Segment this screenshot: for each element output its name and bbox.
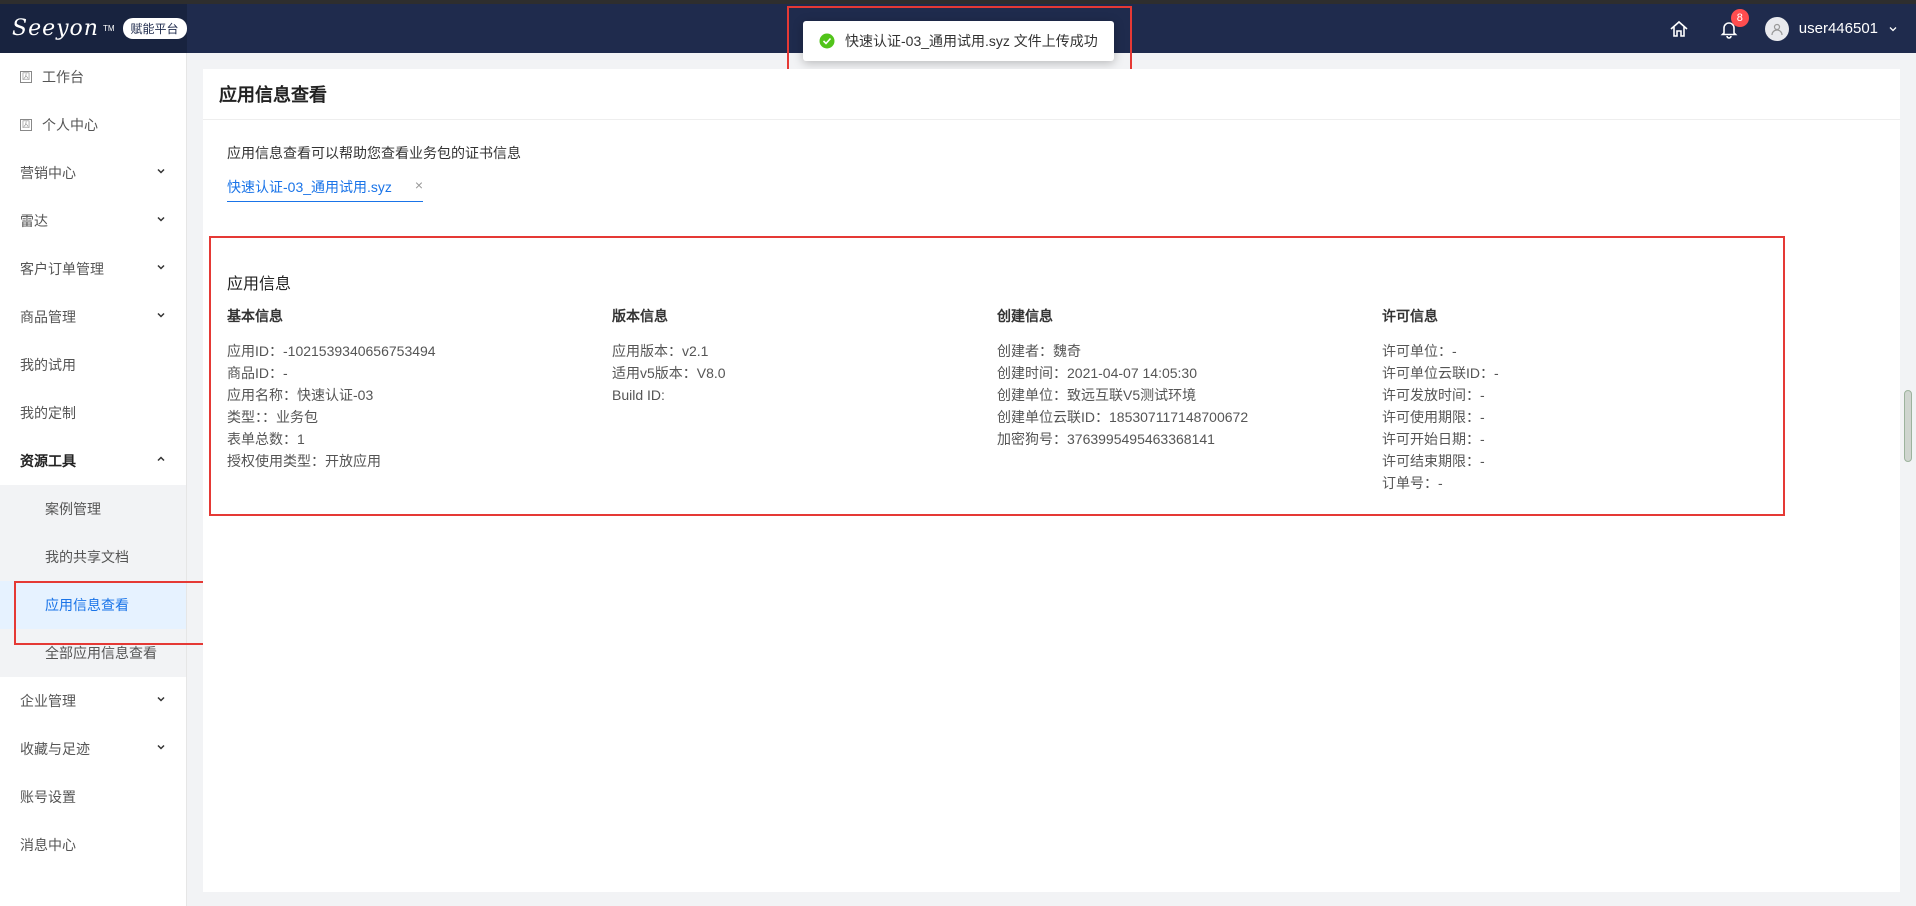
info-row: 许可单位云联ID：- bbox=[1382, 365, 1499, 381]
sidebar-item-workbench[interactable]: 囚 工作台 bbox=[0, 53, 186, 101]
notification-count-badge: 8 bbox=[1730, 8, 1749, 27]
uploaded-file-chip[interactable]: 快速认证-03_通用试用.syz × bbox=[227, 177, 423, 202]
info-row: 许可单位：- bbox=[1382, 343, 1457, 359]
logo-trademark: TM bbox=[102, 24, 115, 33]
sidebar-item-resource-tools[interactable]: 资源工具 bbox=[0, 437, 186, 485]
platform-badge: 赋能平台 bbox=[122, 18, 187, 39]
success-toast: 快速认证-03_通用试用.syz 文件上传成功 bbox=[803, 21, 1114, 61]
sidebar-item-label: 企业管理 bbox=[20, 693, 76, 709]
sidebar-item-customer-orders[interactable]: 客户订单管理 bbox=[0, 245, 186, 293]
info-row: 应用ID：-1021539340656753494 bbox=[227, 343, 436, 359]
app-info-columns: 基本信息 应用ID：-1021539340656753494 商品ID：- 应用… bbox=[227, 306, 1767, 494]
info-row: 创建单位：致远互联V5测试环境 bbox=[997, 387, 1197, 403]
chevron-down-icon bbox=[157, 744, 165, 750]
sidebar-item-label: 我的定制 bbox=[20, 405, 76, 421]
column-heading: 版本信息 bbox=[612, 308, 668, 324]
sidebar-item-label: 消息中心 bbox=[20, 837, 76, 853]
info-row: 类型：：业务包 bbox=[227, 409, 318, 425]
chevron-down-icon bbox=[157, 696, 165, 702]
seeyon-logo: Seeyon bbox=[12, 16, 99, 41]
sidebar-item-radar[interactable]: 雷达 bbox=[0, 197, 186, 245]
chevron-down-icon bbox=[157, 264, 165, 270]
close-icon[interactable]: × bbox=[415, 177, 423, 197]
sidebar-item-products[interactable]: 商品管理 bbox=[0, 293, 186, 341]
info-row: 创建单位云联ID：185307117148700672 bbox=[997, 409, 1249, 425]
info-row: 许可使用期限：- bbox=[1382, 409, 1485, 425]
info-row: 商品ID：- bbox=[227, 365, 288, 381]
column-heading: 许可信息 bbox=[1382, 308, 1438, 324]
scrollbar-thumb[interactable] bbox=[1904, 390, 1912, 462]
sidebar-item-personal-center[interactable]: 囚 个人中心 bbox=[0, 101, 186, 149]
sidebar-item-label: 我的试用 bbox=[20, 357, 76, 373]
sidebar-item-marketing[interactable]: 营销中心 bbox=[0, 149, 186, 197]
user-menu[interactable]: user446501 bbox=[1764, 16, 1898, 41]
sidebar-item-label: 商品管理 bbox=[20, 309, 76, 325]
sidebar-item-label: 个人中心 bbox=[42, 117, 98, 133]
chevron-down-icon bbox=[1889, 26, 1897, 31]
page-title: 应用信息查看 bbox=[203, 69, 1900, 120]
sidebar-item-label: 雷达 bbox=[20, 213, 48, 229]
notification-button[interactable]: 8 bbox=[1715, 8, 1749, 43]
column-heading: 基本信息 bbox=[227, 308, 283, 324]
sidebar-item-label: 营销中心 bbox=[20, 165, 76, 181]
sidebar-item-label: 收藏与足迹 bbox=[20, 741, 90, 757]
creation-info-column: 创建信息 创建者：魏奇 创建时间：2021-04-07 14:05:30 创建单… bbox=[997, 306, 1382, 494]
info-row: 适用v5版本：V8.0 bbox=[612, 365, 726, 381]
app-info-section: 应用信息 基本信息 应用ID：-1021539340656753494 商品ID… bbox=[227, 270, 1767, 494]
personal-center-icon: 囚 bbox=[20, 119, 32, 131]
logo-area[interactable]: Seeyon TM 赋能平台 bbox=[0, 4, 187, 53]
sidebar-item-label: 工作台 bbox=[42, 69, 84, 85]
workbench-icon: 囚 bbox=[20, 71, 32, 83]
sidebar-item-account-settings[interactable]: 账号设置 bbox=[0, 773, 186, 821]
license-info-column: 许可信息 许可单位：- 许可单位云联ID：- 许可发放时间：- 许可使用期限：-… bbox=[1382, 306, 1767, 494]
avatar bbox=[1764, 16, 1789, 41]
header-actions: 8 user446501 bbox=[1665, 4, 1916, 53]
sidebar-item-case-management[interactable]: 案例管理 bbox=[0, 485, 186, 533]
file-name[interactable]: 快速认证-03_通用试用.syz bbox=[227, 177, 392, 197]
toast-message: 快速认证-03_通用试用.syz 文件上传成功 bbox=[845, 33, 1098, 49]
chevron-up-icon bbox=[157, 456, 165, 462]
app-info-title: 应用信息 bbox=[227, 276, 292, 293]
info-row: 许可开始日期：- bbox=[1382, 431, 1485, 447]
basic-info-column: 基本信息 应用ID：-1021539340656753494 商品ID：- 应用… bbox=[227, 306, 612, 494]
info-row: 创建时间：2021-04-07 14:05:30 bbox=[997, 365, 1197, 381]
sidebar-item-my-custom[interactable]: 我的定制 bbox=[0, 389, 186, 437]
chevron-down-icon bbox=[157, 168, 165, 174]
info-row: 许可结束期限：- bbox=[1382, 453, 1485, 469]
version-info-column: 版本信息 应用版本：v2.1 适用v5版本：V8.0 Build ID: bbox=[612, 306, 997, 494]
sidebar: 囚 工作台 囚 个人中心 营销中心 雷达 客户订单管理 商品管理 我的试用 我的… bbox=[0, 53, 187, 906]
info-row: 订单号：- bbox=[1382, 475, 1443, 491]
sidebar-item-favorites[interactable]: 收藏与足迹 bbox=[0, 725, 186, 773]
sidebar-item-label: 资源工具 bbox=[20, 453, 76, 469]
user-icon bbox=[1771, 23, 1783, 35]
info-row: 应用版本：v2.1 bbox=[612, 343, 709, 359]
chevron-down-icon bbox=[157, 216, 165, 222]
username: user446501 bbox=[1798, 20, 1878, 37]
info-row: 表单总数：1 bbox=[227, 431, 305, 447]
home-button[interactable] bbox=[1665, 15, 1693, 43]
sidebar-item-shared-docs[interactable]: 我的共享文档 bbox=[0, 533, 186, 581]
sidebar-highlight-box bbox=[14, 581, 219, 645]
sidebar-item-label: 账号设置 bbox=[20, 789, 76, 805]
info-row: 应用名称：快速认证-03 bbox=[227, 387, 374, 403]
info-row: Build ID: bbox=[612, 387, 665, 403]
info-row: 创建者：魏奇 bbox=[997, 343, 1081, 359]
info-row: 授权使用类型：开放应用 bbox=[227, 453, 381, 469]
column-heading: 创建信息 bbox=[997, 308, 1053, 324]
info-row: 加密狗号：3763995495463368141 bbox=[997, 431, 1215, 447]
home-icon bbox=[1670, 20, 1688, 37]
sidebar-item-message-center[interactable]: 消息中心 bbox=[0, 821, 186, 869]
sidebar-item-label: 客户订单管理 bbox=[20, 261, 104, 277]
chevron-down-icon bbox=[157, 312, 165, 318]
info-row: 许可发放时间：- bbox=[1382, 387, 1485, 403]
sidebar-item-my-trial[interactable]: 我的试用 bbox=[0, 341, 186, 389]
page-description: 应用信息查看可以帮助您查看业务包的证书信息 bbox=[227, 145, 521, 161]
sidebar-item-enterprise[interactable]: 企业管理 bbox=[0, 677, 186, 725]
success-check-icon bbox=[819, 33, 835, 49]
